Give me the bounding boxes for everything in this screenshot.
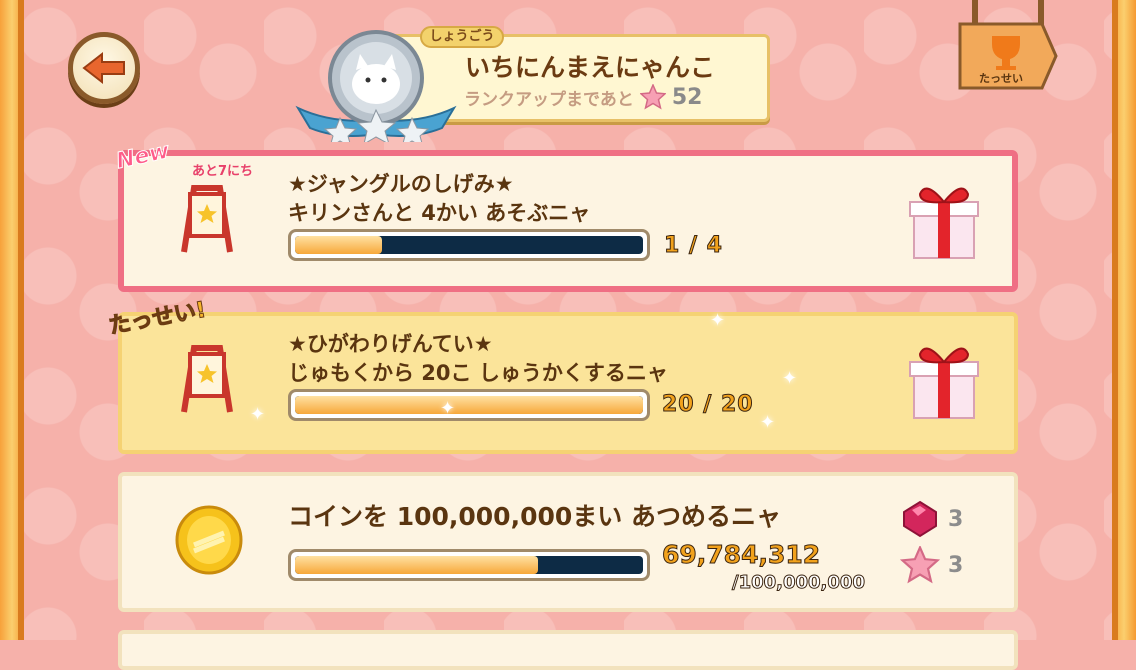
achievements-label: たっせい (979, 72, 1023, 85)
title-tab: しょうごう (420, 26, 504, 48)
star-icon (900, 546, 940, 584)
rankup-info: ランクアップまであと 52 (464, 84, 702, 110)
reward-count: 3 (948, 552, 964, 578)
player-title: いちにんまえにゃんこ (464, 53, 715, 82)
coin-goal: /100,000,000 (732, 572, 866, 594)
sparkle-icon: ✦ (760, 412, 776, 433)
progress-count: 20 / 20 (662, 392, 754, 418)
sparkle-icon: ✦ (710, 310, 726, 331)
mission-title-2: ★ひがわりげんてい★ じゅもくから 20こ しゅうかくするニャ (288, 330, 668, 388)
back-arrow-icon (82, 51, 125, 85)
sparkle-icon: ✦ (782, 368, 798, 389)
mission-title-3: コインを 100,000,000まい あつめるニャ (288, 502, 781, 531)
progress-bar (288, 229, 650, 261)
rankup-count: 52 (671, 84, 703, 110)
gift-box-icon[interactable] (906, 340, 982, 422)
reward-star: 3 (900, 546, 963, 584)
progress-bar (288, 389, 650, 421)
sparkle-icon: ✦ (250, 404, 266, 425)
rankup-label: ランクアップまであと (464, 89, 634, 110)
reward-gem: 3 (900, 500, 963, 538)
mission-title-line: じゅもくから 20こ しゅうかくするニャ (288, 361, 668, 385)
mission-title-1: ★ジャングルのしげみ★ キリンさんと 4かい あそぶニャ (288, 170, 590, 228)
signboard-icon (181, 345, 233, 413)
mission-title-line: ★ひがわりげんてい★ (288, 332, 493, 356)
back-button[interactable] (68, 32, 140, 104)
mission-card-next[interactable] (118, 630, 1018, 670)
mission-title-line: キリンさんと 4かい あそぶニャ (288, 201, 591, 225)
reward-count: 3 (948, 506, 964, 532)
star-icon (639, 84, 666, 110)
progress-fill (295, 236, 382, 254)
coin-current: 69,784,312 (661, 540, 821, 570)
left-border (0, 0, 24, 640)
gem-icon (903, 500, 937, 538)
progress-count: 1 / 4 (664, 233, 723, 259)
days-left-tag: あと7にち (192, 164, 254, 179)
right-border (1112, 0, 1136, 640)
progress-bar (288, 549, 650, 581)
signboard-icon (181, 185, 233, 253)
progress-fill (295, 396, 643, 414)
coin-icon (175, 505, 243, 575)
gift-box-icon[interactable] (906, 180, 982, 262)
mission-card-coins[interactable] (118, 472, 1018, 612)
sparkle-icon: ✦ (440, 398, 456, 419)
mission-title-line: ★ジャングルのしげみ★ (288, 172, 514, 196)
progress-fill (295, 556, 538, 574)
